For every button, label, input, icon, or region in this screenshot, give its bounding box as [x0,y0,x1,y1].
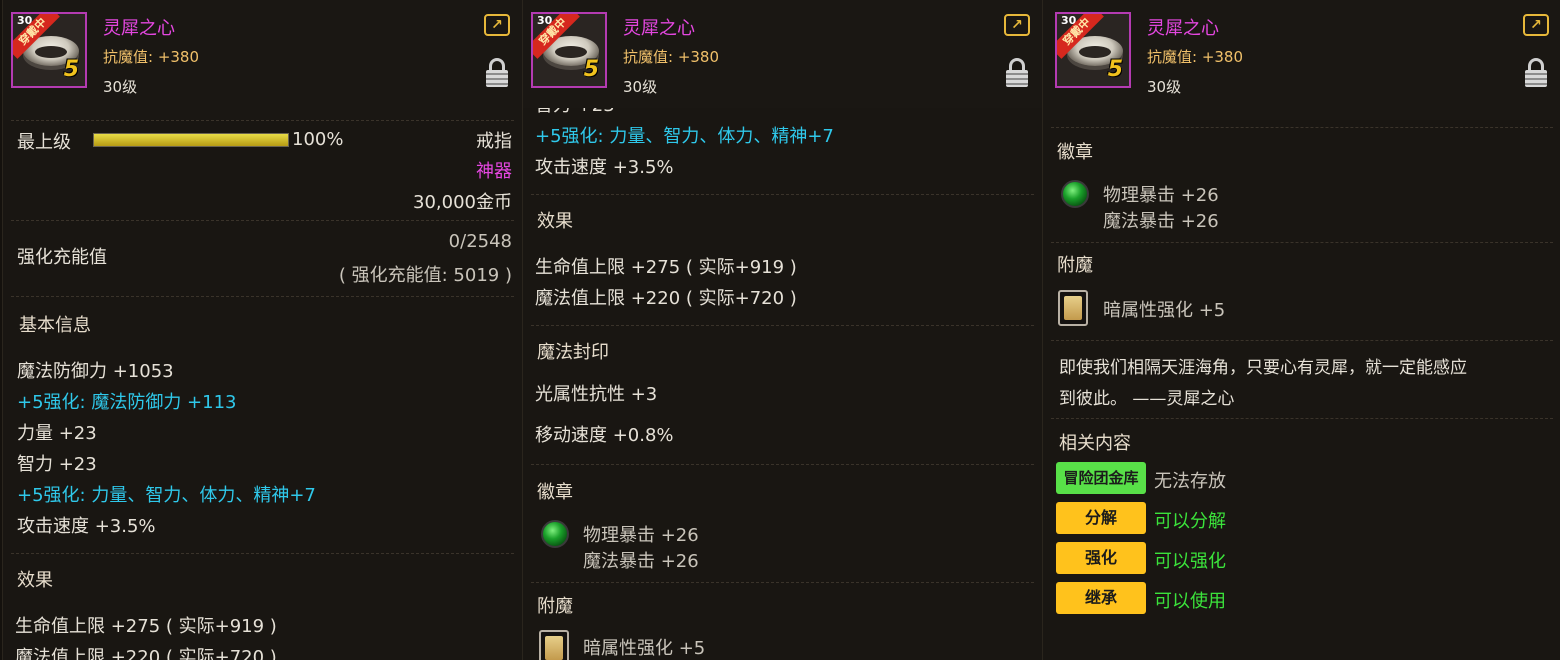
section-header-effect: 效果 [537,211,573,232]
item-name: 灵犀之心 [103,18,175,39]
basic-line: +5强化: 魔法防御力 +113 [17,392,237,413]
divider [1051,242,1553,243]
emblem-line: 魔法暴击 +26 [1103,211,1219,232]
grade-percent: 100% [292,129,344,150]
basic-line: +5强化: 力量、智力、体力、精神+7 [17,485,316,506]
charge-label: 强化充能值 [17,247,107,268]
item-main-stat: 抗魔值: +380 [1147,48,1244,66]
item-level: 30级 [1147,78,1182,96]
ring-hole [35,46,67,58]
basic-line: 魔法防御力 +1053 [17,361,174,382]
related-status: 无法存放 [1154,471,1226,492]
divider [1051,340,1553,341]
item-level: 30级 [103,78,138,96]
divider [531,325,1034,326]
lock-icon[interactable] [1006,58,1028,88]
upgrade-level: 5 [63,57,79,82]
seal-line: 移动速度 +0.8% [535,425,674,446]
basic-line: 攻击速度 +3.5% [535,157,674,178]
flavor-text-line: 到彼此。 ——灵犀之心 [1059,389,1235,409]
divider [1051,418,1553,419]
emblem-line: 物理暴击 +26 [1103,185,1219,206]
divider [11,120,514,121]
item-icon[interactable]: 30 穿戴中 5 [11,12,87,88]
divider [531,582,1034,583]
card-icon[interactable] [1058,290,1088,326]
tooltip-header: 30 穿戴中 5 灵犀之心 抗魔值: +380 30级 ↗ [523,0,1042,108]
section-header-related: 相关内容 [1059,433,1131,454]
ring-hole [555,46,587,58]
green-orb-icon[interactable] [541,520,569,548]
section-header-emblem: 徽章 [537,482,573,503]
section-header-enchant: 附魔 [1057,255,1093,276]
effect-line: 生命值上限 +275 ( 实际+919 ) [15,616,277,637]
basic-line: +5强化: 力量、智力、体力、精神+7 [535,126,834,147]
grade-label: 最上级 [17,132,71,153]
divider [1051,127,1553,128]
tag-inherit[interactable]: 继承 [1056,582,1146,614]
divider [531,194,1034,195]
charge-value: 0/2548 [448,231,512,252]
share-arrow-icon[interactable]: ↗ [1523,14,1549,36]
card-icon[interactable] [539,630,569,660]
effect-line: 魔法值上限 +220 ( 实际+720 ) [15,647,277,660]
effect-line: 生命值上限 +275 ( 实际+919 ) [535,257,797,278]
upgrade-level: 5 [583,57,599,82]
item-icon[interactable]: 30 穿戴中 5 [531,12,607,88]
section-header-basic: 基本信息 [19,315,91,336]
item-slot: 戒指 [476,131,512,152]
share-arrow-icon[interactable]: ↗ [484,14,510,36]
lock-icon[interactable] [1525,58,1547,88]
emblem-line: 物理暴击 +26 [583,525,699,546]
item-rarity: 神器 [476,161,512,182]
section-header-effect: 效果 [17,570,53,591]
share-arrow-icon[interactable]: ↗ [1004,14,1030,36]
tag-disassemble[interactable]: 分解 [1056,502,1146,534]
basic-line: 力量 +23 [17,423,97,444]
charge-note: ( 强化充能值: 5019 ) [338,265,512,286]
item-name: 灵犀之心 [1147,18,1219,39]
divider [11,220,514,221]
basic-line: 攻击速度 +3.5% [17,516,156,537]
section-header-emblem: 徽章 [1057,142,1093,163]
green-orb-icon[interactable] [1061,180,1089,208]
grade-bar-fill [94,134,288,146]
tag-guild-vault[interactable]: 冒险团金库 [1056,462,1146,494]
item-main-stat: 抗魔值: +380 [623,48,720,66]
divider [11,296,514,297]
tooltip-header: 30 穿戴中 5 灵犀之心 抗魔值: +380 30级 ↗ [3,0,522,120]
related-status: 可以使用 [1154,591,1226,612]
tooltip-header: 30 穿戴中 5 灵犀之心 抗魔值: +380 30级 ↗ [1043,0,1560,120]
basic-line: 智力 +23 [17,454,97,475]
item-tooltip-panel-2: 智力 +23 +5强化: 力量、智力、体力、精神+7 攻击速度 +3.5% 效果… [522,0,1043,660]
item-price: 30,000金币 [413,192,512,213]
divider [531,464,1034,465]
divider [11,553,514,554]
grade-bar [93,133,289,147]
seal-line: 光属性抗性 +3 [535,384,658,405]
item-tooltip-panel-1: 30 穿戴中 5 灵犀之心 抗魔值: +380 30级 ↗ 最上级 100% 戒… [2,0,523,660]
item-main-stat: 抗魔值: +380 [103,48,200,66]
item-icon[interactable]: 30 穿戴中 5 [1055,12,1131,88]
related-status: 可以强化 [1154,551,1226,572]
effect-line: 魔法值上限 +220 ( 实际+720 ) [535,288,797,309]
upgrade-level: 5 [1107,57,1123,82]
ring-hole [1079,46,1111,58]
enchant-line: 暗属性强化 +5 [1103,300,1226,321]
item-name: 灵犀之心 [623,18,695,39]
item-level: 30级 [623,78,658,96]
flavor-text-line: 即使我们相隔天涯海角，只要心有灵犀，就一定能感应 [1059,358,1467,378]
lock-icon[interactable] [486,58,508,88]
related-status: 可以分解 [1154,511,1226,532]
section-header-enchant: 附魔 [537,596,573,617]
emblem-line: 魔法暴击 +26 [583,551,699,572]
enchant-line: 暗属性强化 +5 [583,638,706,659]
tag-enhance[interactable]: 强化 [1056,542,1146,574]
section-header-seal: 魔法封印 [537,342,609,363]
